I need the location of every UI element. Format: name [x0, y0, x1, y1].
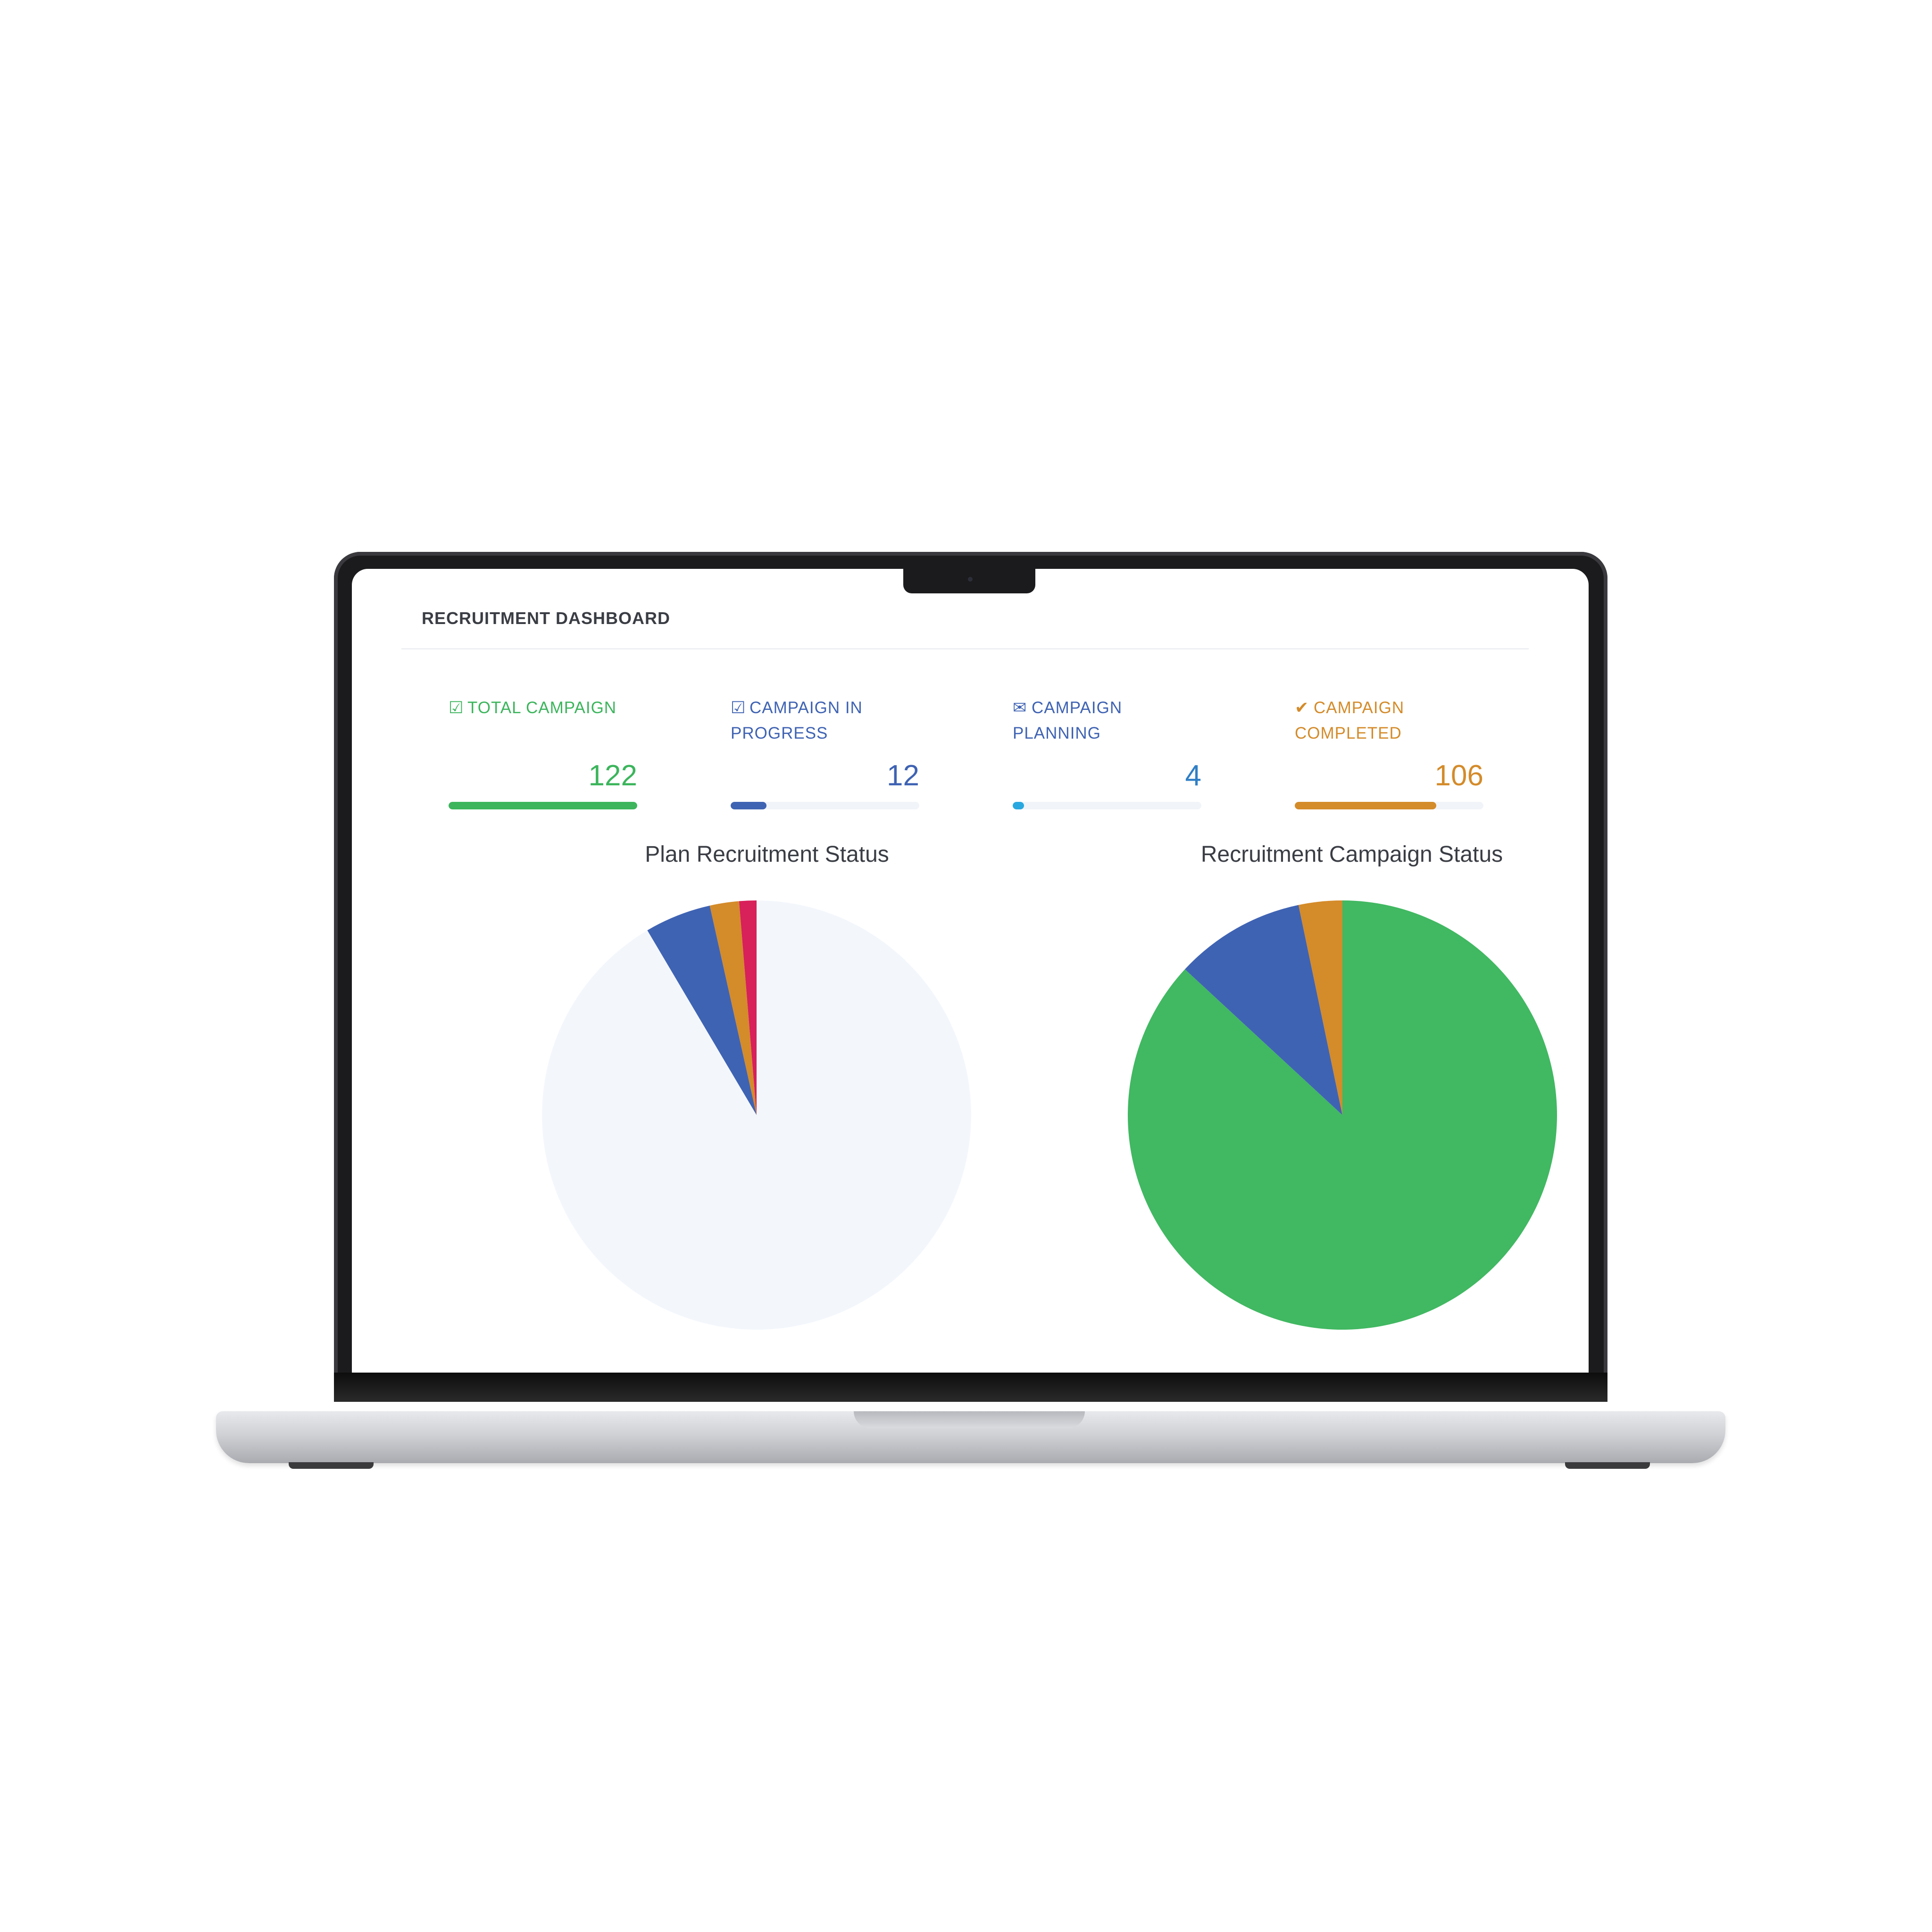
stat-value: 12: [887, 759, 919, 792]
progress-fill: [449, 802, 637, 809]
stat-label-text: CAMPAIGN IN PROGRESS: [731, 699, 863, 742]
stat-value: 122: [588, 759, 637, 792]
laptop-opening-notch: [854, 1411, 1085, 1428]
stat-label-text: TOTAL CAMPAIGN: [467, 699, 617, 717]
progress-fill: [1013, 802, 1024, 809]
stat-value: 106: [1434, 759, 1483, 792]
laptop-foot-left: [289, 1462, 374, 1469]
progress-fill: [1295, 802, 1436, 809]
check-icon: ✔: [1295, 699, 1309, 717]
progress-track: [1013, 802, 1201, 809]
laptop-screen: RECRUITMENT DASHBOARD ☑ TOTAL CAMPAIGN 12…: [352, 569, 1589, 1373]
edit-square-icon: ☑: [449, 699, 464, 717]
envelope-icon: ✉: [1013, 699, 1027, 717]
stat-value: 4: [1185, 759, 1201, 792]
stat-label: ✔ CAMPAIGN COMPLETED: [1295, 695, 1465, 746]
progress-fill: [731, 802, 766, 809]
pie-chart-recruitment-campaign-status: [1128, 900, 1557, 1330]
stat-label: ☑ TOTAL CAMPAIGN: [449, 695, 618, 721]
laptop-hinge: [334, 1373, 1607, 1402]
camera-icon: [968, 577, 973, 582]
progress-track: [731, 802, 919, 809]
chart-title-recruitment-campaign: Recruitment Campaign Status: [1200, 842, 1503, 867]
progress-track: [449, 802, 637, 809]
progress-track: [1295, 802, 1483, 809]
laptop-foot-right: [1565, 1462, 1650, 1469]
chart-title-plan-recruitment: Plan Recruitment Status: [645, 842, 889, 867]
page-title: RECRUITMENT DASHBOARD: [422, 608, 670, 628]
header-divider: [401, 648, 1529, 650]
stat-label: ✉ CAMPAIGN PLANNING: [1013, 695, 1183, 746]
edit-square-icon: ☑: [731, 699, 746, 717]
pie-chart-plan-recruitment-status: [542, 900, 971, 1330]
stat-label: ☑ CAMPAIGN IN PROGRESS: [731, 695, 900, 746]
